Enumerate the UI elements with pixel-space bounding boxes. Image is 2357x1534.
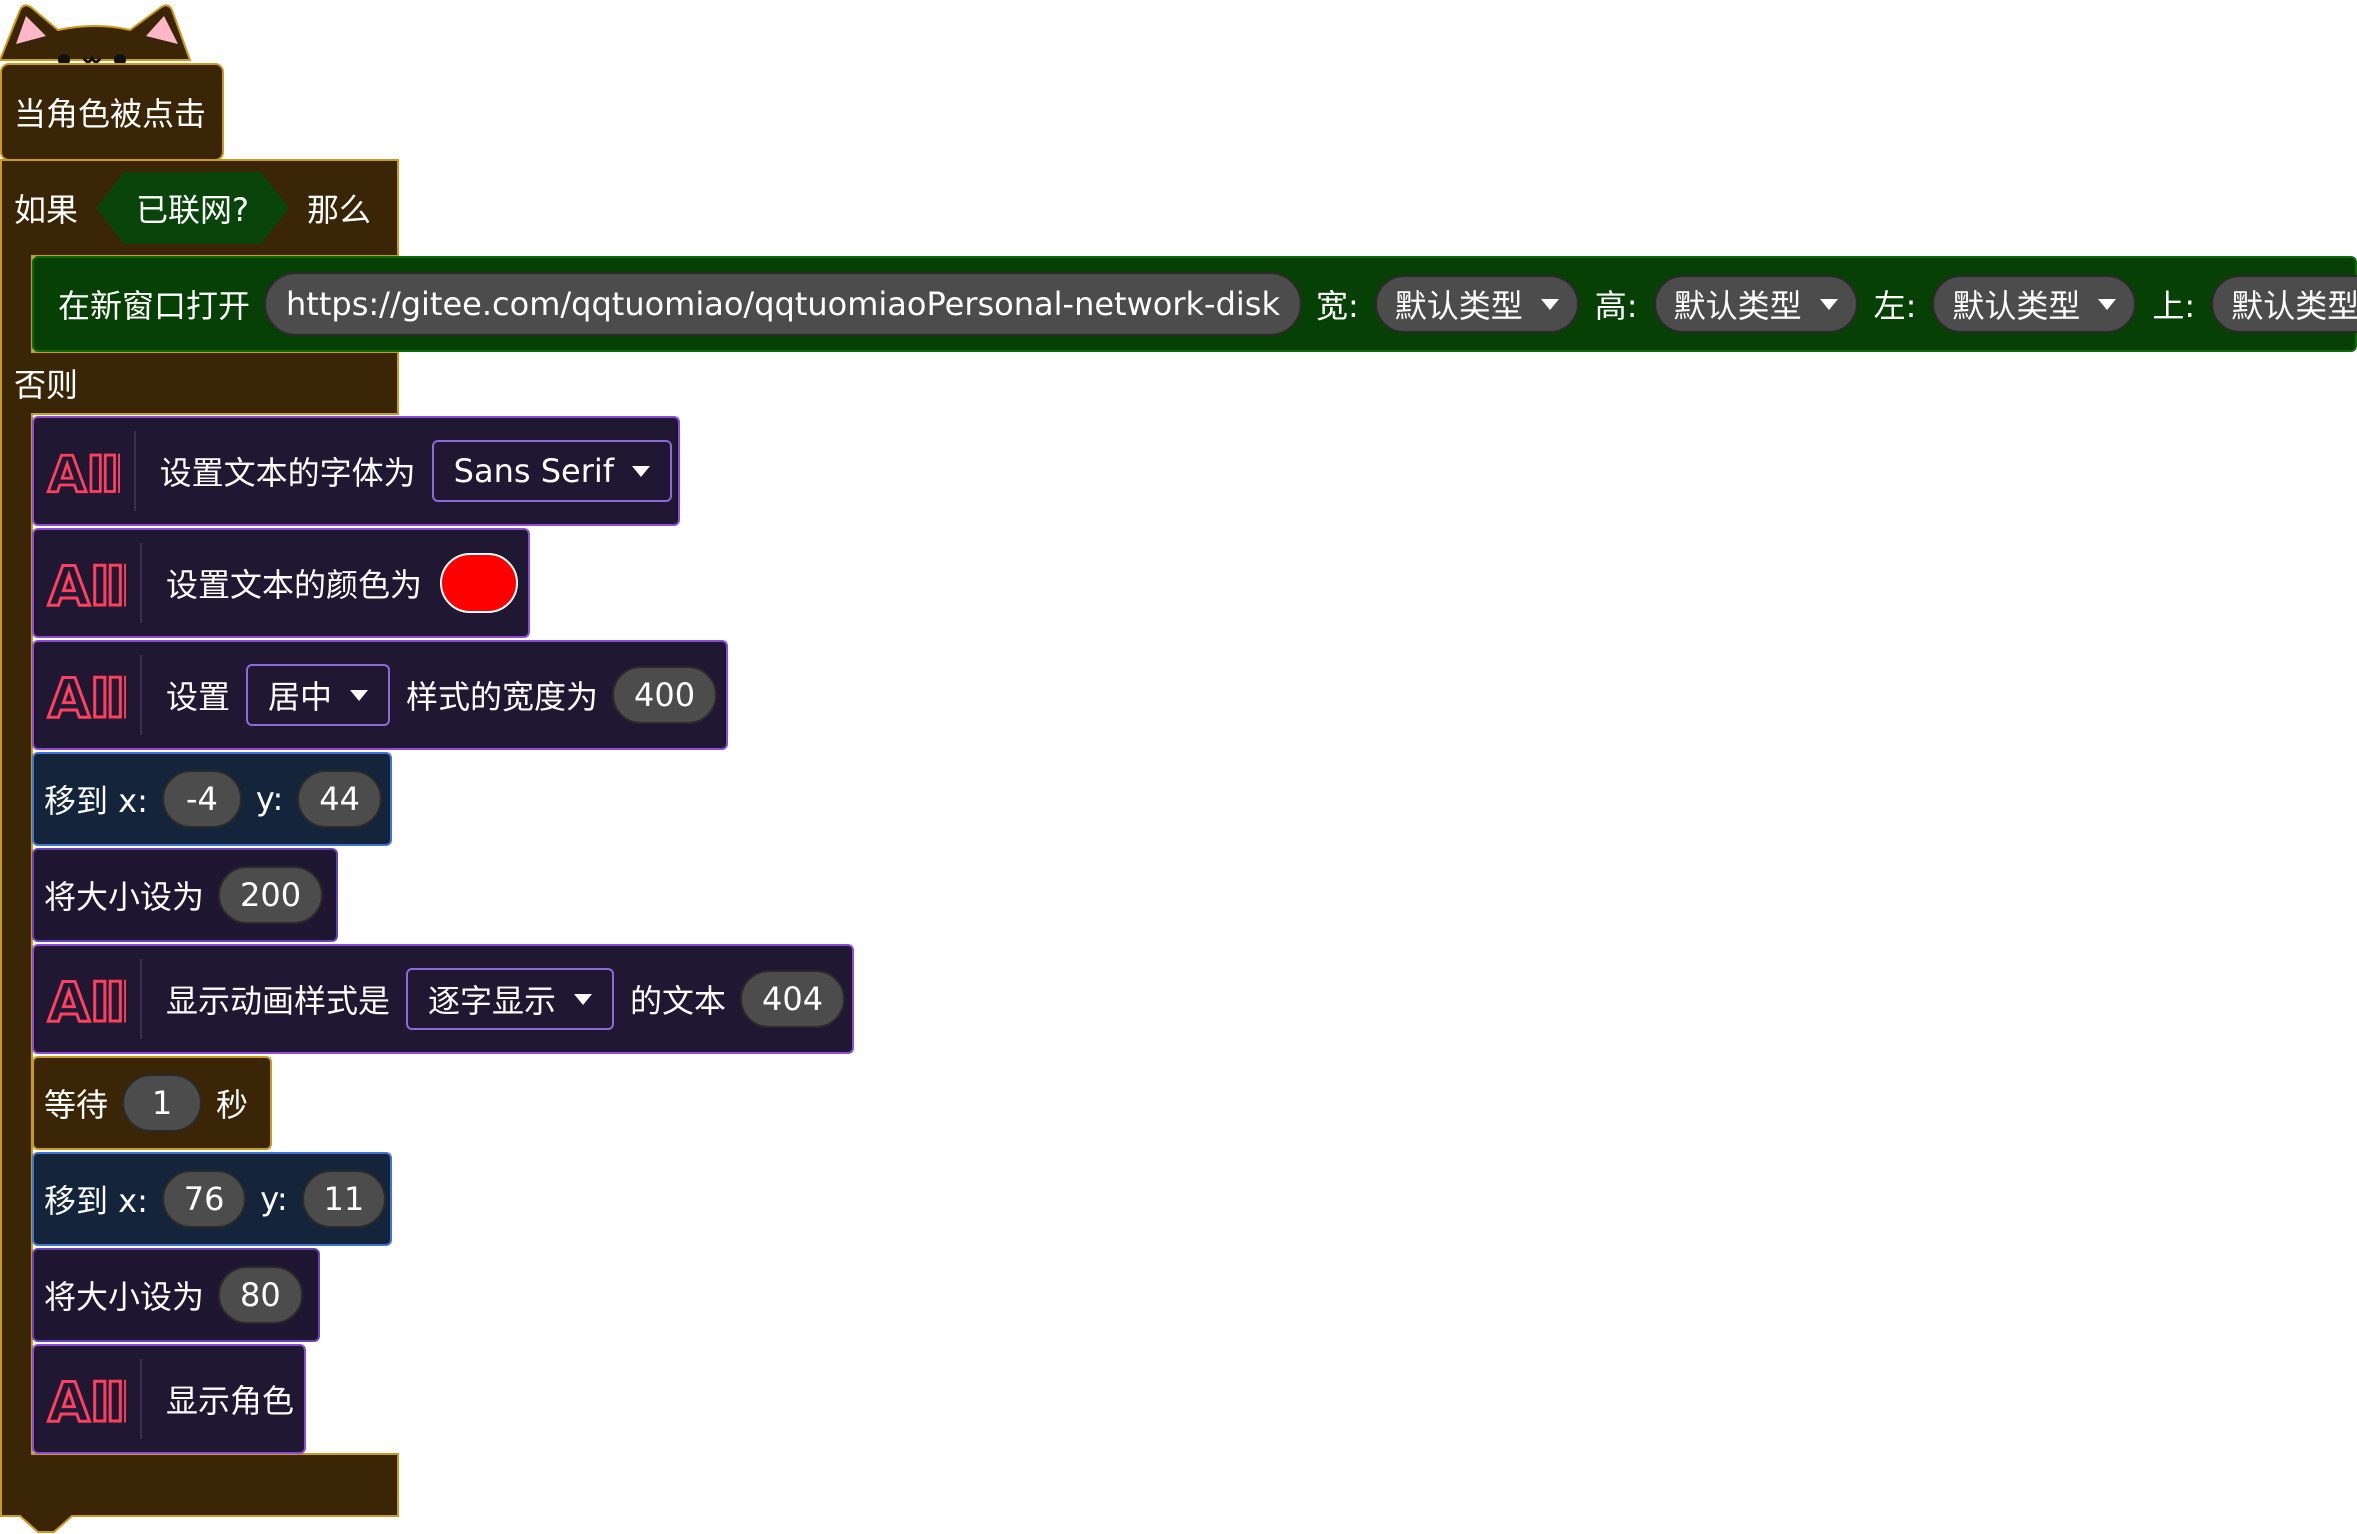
hat-block-when-sprite-clicked[interactable]: 当角色被点击: [4, 80, 216, 144]
height-label: 高:: [1594, 287, 1638, 325]
chevron-down-icon: [350, 689, 369, 701]
y-label: y:: [255, 780, 284, 818]
svg-text:AⅢ: AⅢ: [48, 555, 126, 613]
move-label: 移到 x:: [44, 782, 148, 820]
chevron-down-icon: [632, 465, 650, 477]
open-new-window-block[interactable]: 在新窗口打开 https://gitee.com/qqtuomiao/qqtuo…: [32, 256, 2357, 352]
set-align-prefix: 设置: [166, 678, 231, 716]
animate-label: 显示动画样式是: [166, 982, 391, 1020]
animated-text-logo-icon: AⅢ: [47, 970, 127, 1030]
align-dropdown[interactable]: 居中: [246, 664, 391, 726]
font-dropdown[interactable]: Sans Serif: [431, 440, 672, 502]
y-input[interactable]: 44: [297, 770, 383, 828]
is-online-condition[interactable]: 已联网?: [96, 172, 289, 244]
animation-style-dropdown[interactable]: 逐字显示: [406, 968, 615, 1030]
y-input[interactable]: 11: [301, 1170, 386, 1228]
if-label: 如果: [14, 191, 79, 229]
top-dropdown[interactable]: 默认类型: [2211, 275, 2357, 333]
animated-text-logo-icon: AⅢ: [46, 1369, 126, 1429]
set-size-label: 将大小设为: [44, 878, 205, 916]
url-input[interactable]: https://gitee.com/qqtuomiao/qqtuomiaoPer…: [264, 272, 1302, 336]
animate-suffix: 的文本: [630, 982, 727, 1020]
x-input[interactable]: 76: [161, 1170, 247, 1228]
svg-text:AⅢ: AⅢ: [48, 1371, 126, 1429]
else-row: 否则: [4, 356, 88, 410]
top-label: 上:: [2152, 287, 2196, 325]
set-size-block[interactable]: 将大小设为 80: [32, 1248, 320, 1342]
divider: [139, 1359, 142, 1439]
set-size-block[interactable]: 将大小设为 200: [32, 848, 338, 942]
size-input[interactable]: 200: [218, 866, 324, 924]
move-label: 移到 x:: [44, 1182, 148, 1220]
x-input[interactable]: -4: [161, 770, 242, 828]
hat-label: 当角色被点击: [14, 95, 207, 133]
font-value: Sans Serif: [453, 452, 614, 490]
set-color-block[interactable]: AⅢ 设置文本的颜色为: [32, 528, 530, 638]
animation-style-value: 逐字显示: [428, 982, 557, 1020]
set-align-suffix: 样式的宽度为: [406, 678, 599, 716]
animate-text-block[interactable]: AⅢ 显示动画样式是 逐字显示 的文本 404: [32, 944, 854, 1054]
height-dropdown[interactable]: 默认类型: [1653, 275, 1858, 333]
wait-block[interactable]: 等待 1 秒: [32, 1056, 272, 1150]
height-value: 默认类型: [1673, 287, 1802, 325]
width-input[interactable]: 400: [612, 666, 718, 724]
y-label: y:: [260, 1180, 288, 1218]
width-label: 宽:: [1315, 287, 1359, 325]
open-window-label: 在新窗口打开: [58, 287, 251, 325]
animated-text-logo-icon: AⅢ: [47, 666, 127, 726]
divider: [140, 543, 142, 623]
svg-text:AⅢ: AⅢ: [48, 445, 120, 501]
set-color-label: 设置文本的颜色为: [166, 566, 423, 604]
svg-text:AⅢ: AⅢ: [48, 667, 126, 725]
size-input[interactable]: 80: [218, 1266, 303, 1324]
else-label: 否则: [14, 366, 79, 404]
wait-label: 等待: [44, 1086, 109, 1124]
svg-text:AⅢ: AⅢ: [48, 971, 126, 1029]
set-font-block[interactable]: AⅢ 设置文本的字体为 Sans Serif: [32, 416, 680, 526]
show-sprite-label: 显示角色: [165, 1382, 294, 1420]
chevron-down-icon: [1819, 298, 1838, 310]
divider: [140, 959, 142, 1039]
animated-text-logo-icon: AⅢ: [47, 554, 127, 614]
chevron-down-icon: [1540, 298, 1559, 310]
left-value: 默认类型: [1952, 287, 2081, 325]
width-value: 默认类型: [1394, 287, 1523, 325]
text-input[interactable]: 404: [740, 970, 846, 1028]
wait-unit: 秒: [216, 1086, 249, 1124]
set-align-width-block[interactable]: AⅢ 设置 居中 样式的宽度为 400: [32, 640, 728, 750]
divider: [140, 655, 142, 735]
align-value: 居中: [268, 678, 333, 716]
left-dropdown[interactable]: 默认类型: [1932, 275, 2137, 333]
move-to-xy-block[interactable]: 移到 x: -4 y: 44: [32, 752, 392, 846]
chevron-down-icon: [2098, 298, 2117, 310]
then-label: 那么: [307, 191, 372, 229]
move-to-xy-block[interactable]: 移到 x: 76 y: 11: [32, 1152, 392, 1246]
if-row[interactable]: 如果 已联网? 那么: [4, 168, 381, 248]
set-font-label: 设置文本的字体为: [159, 454, 416, 492]
seconds-input[interactable]: 1: [122, 1074, 203, 1132]
width-dropdown[interactable]: 默认类型: [1374, 275, 1579, 333]
animated-text-logo-icon: AⅢ: [46, 444, 120, 501]
divider: [133, 431, 136, 511]
chevron-down-icon: [574, 993, 593, 1005]
top-value: 默认类型: [2231, 287, 2357, 325]
show-sprite-block[interactable]: AⅢ 显示角色: [32, 1344, 306, 1454]
set-size-label: 将大小设为: [44, 1278, 205, 1316]
left-label: 左:: [1873, 287, 1917, 325]
color-picker[interactable]: [440, 553, 519, 613]
